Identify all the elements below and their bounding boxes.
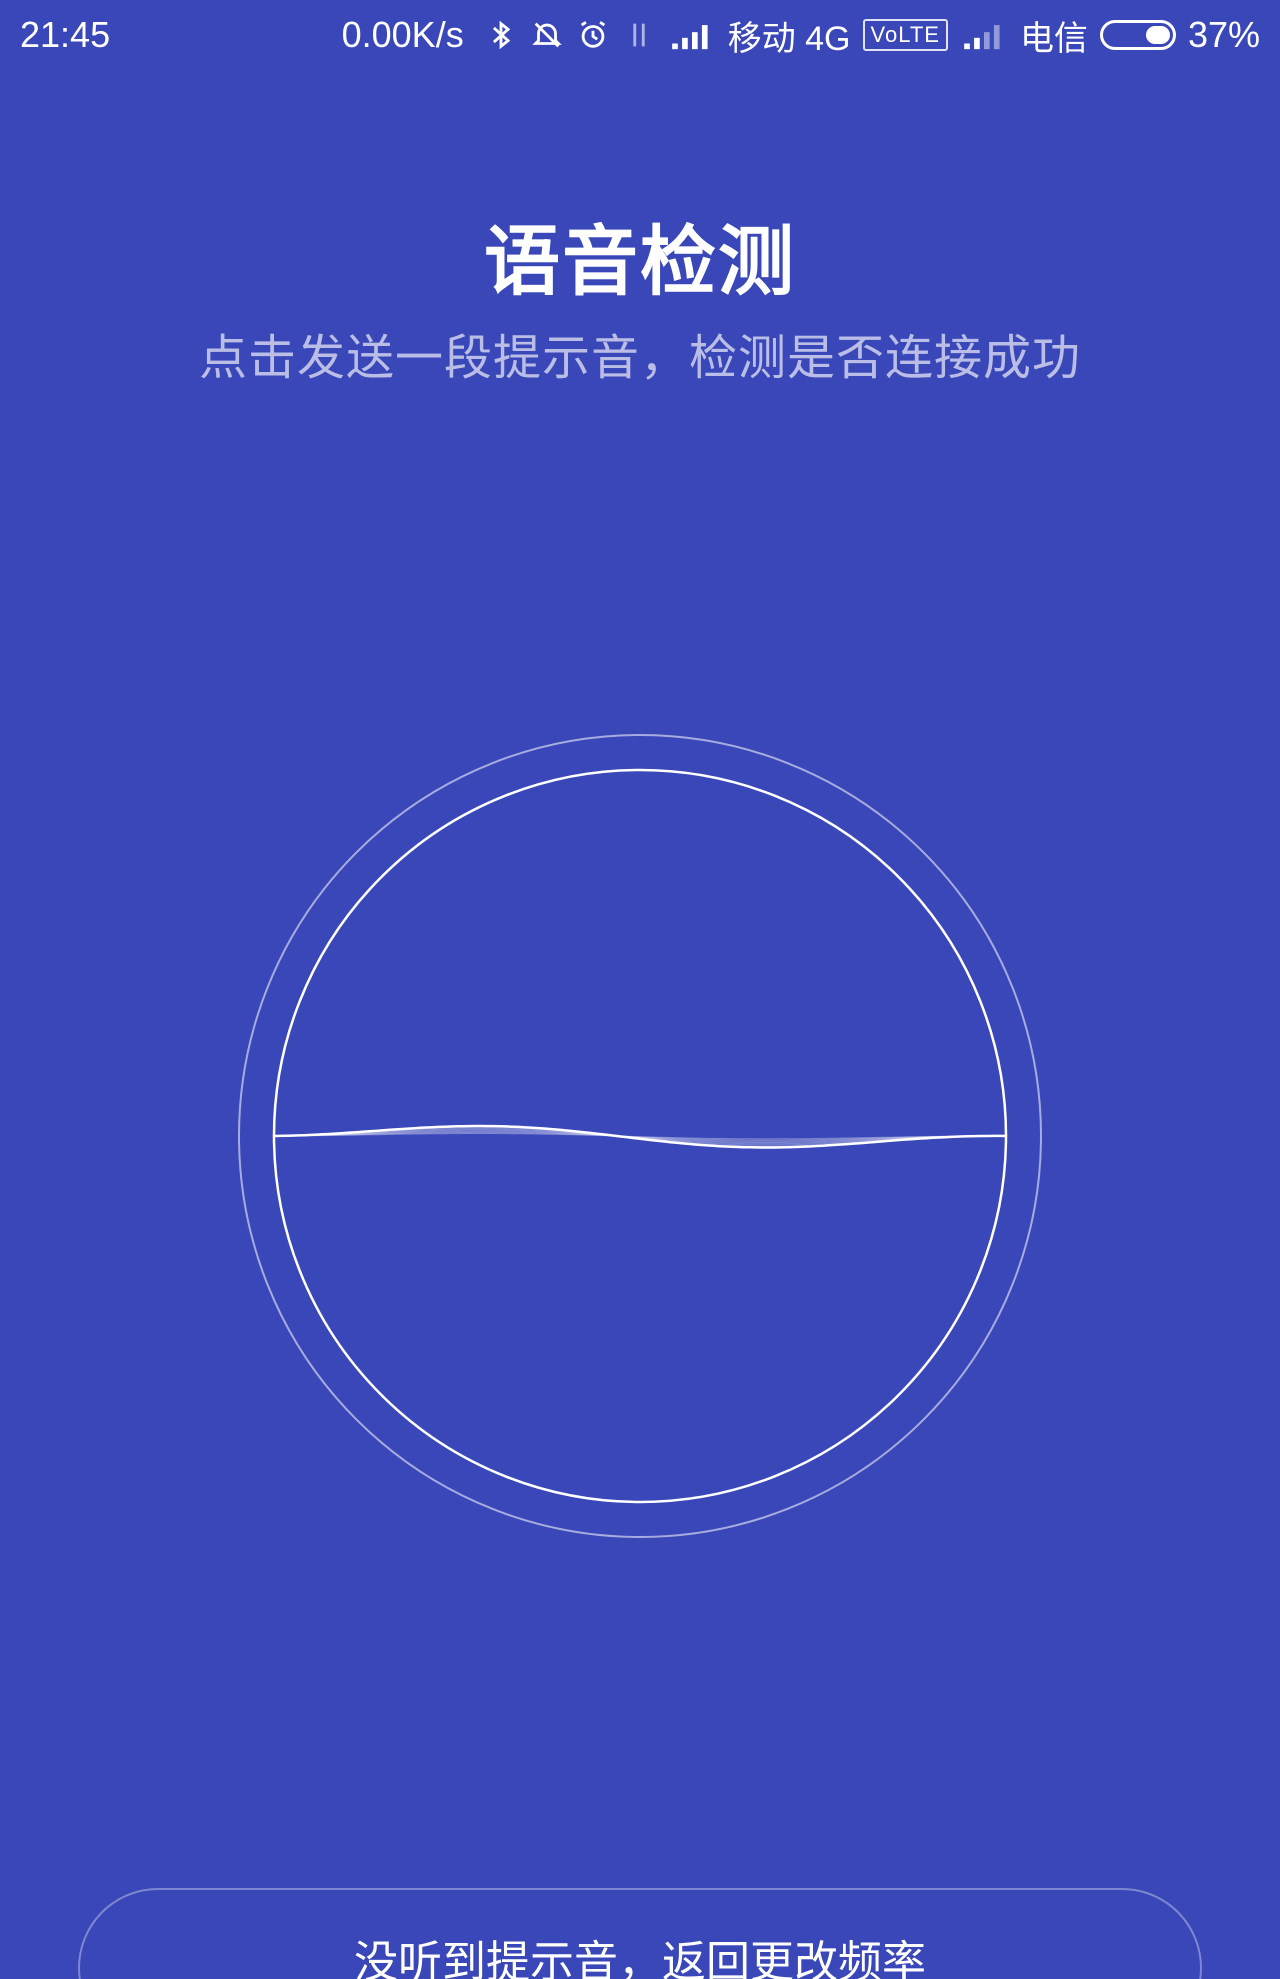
voice-detection-screen: 21:45 0.00K/s 移动 4G VoLTE 电信 37% 语音检测 点击… xyxy=(0,0,1280,1979)
alarm-icon xyxy=(576,18,610,52)
battery-icon xyxy=(1099,20,1176,50)
signal-icon xyxy=(668,18,716,52)
battery-percentage: 37% xyxy=(1187,14,1260,55)
battery-fill xyxy=(1145,26,1170,44)
bluetooth-icon xyxy=(484,18,518,52)
status-bar: 21:45 0.00K/s 移动 4G VoLTE 电信 37% xyxy=(0,0,1280,70)
detect-circle-button[interactable] xyxy=(237,733,1043,1539)
page-title: 语音检测 xyxy=(484,217,796,306)
status-right: 0.00K/s 移动 4G VoLTE 电信 37% xyxy=(342,11,1260,60)
network-speed: 0.00K/s xyxy=(341,14,464,55)
signal-icon-2 xyxy=(960,18,1008,52)
page-subtitle: 点击发送一段提示音，检测是否连接成功 xyxy=(198,330,1081,386)
mute-icon xyxy=(530,18,564,52)
data-arrows-icon xyxy=(622,18,656,52)
carrier-2: 电信 xyxy=(1019,19,1088,58)
status-time: 21:45 xyxy=(20,14,111,55)
sound-wave-icon xyxy=(238,734,1042,1538)
volte-badge: VoLTE xyxy=(862,19,948,51)
return-change-frequency-button[interactable]: 没听到提示音，返回更改频率 xyxy=(78,1888,1202,1979)
carrier-1: 移动 4G xyxy=(727,19,851,58)
